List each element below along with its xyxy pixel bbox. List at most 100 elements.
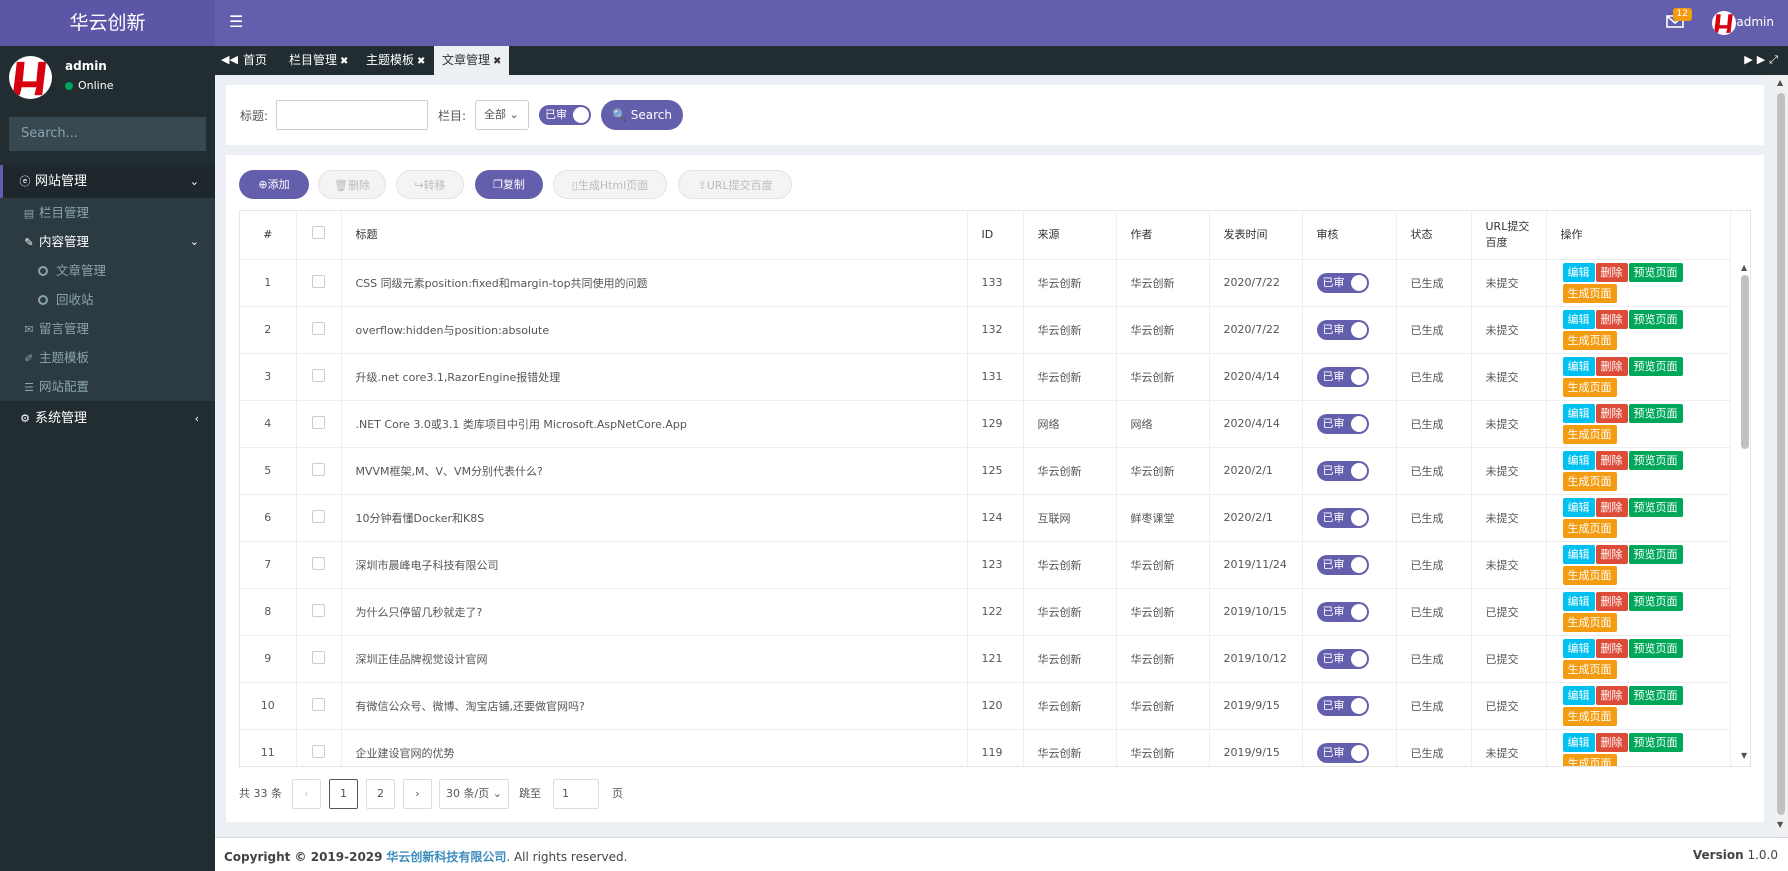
- row-checkbox[interactable]: [312, 274, 325, 288]
- generate-page-button[interactable]: 生成页面: [1562, 424, 1617, 444]
- generate-page-button[interactable]: 生成页面: [1562, 377, 1617, 397]
- next-page-button[interactable]: ›: [403, 779, 432, 809]
- generate-page-button[interactable]: 生成页面: [1562, 659, 1617, 679]
- row-checkbox[interactable]: [312, 556, 325, 570]
- tab-scroll-right-icon[interactable]: ▶▶⤢: [1744, 53, 1782, 67]
- copy-button[interactable]: ❐复制: [475, 170, 543, 199]
- table-row[interactable]: 8 为什么只停留几秒就走了? 122 华云创新 华云创新 2019/10/15 已审 已生成已…: [240, 588, 1731, 636]
- edit-button[interactable]: 编辑: [1562, 685, 1595, 705]
- select-all-checkbox[interactable]: [312, 225, 325, 239]
- edit-button[interactable]: 编辑: [1562, 638, 1595, 658]
- preview-button[interactable]: 预览页面: [1628, 450, 1683, 470]
- page-scrollbar-thumb[interactable]: [1777, 93, 1785, 815]
- table-row[interactable]: 9 深圳正佳品牌视觉设计官网 121 华云创新 华云创新 2019/10/12 已审 已生成已…: [240, 635, 1731, 683]
- page-1-button[interactable]: 1: [329, 779, 358, 809]
- audit-switch[interactable]: 已审: [1316, 554, 1369, 575]
- audit-switch[interactable]: 已审: [1316, 648, 1369, 669]
- table-scrollbar[interactable]: ▲ ▼: [1741, 263, 1749, 761]
- url-submit-button[interactable]: ⇪URL提交百度: [678, 170, 792, 199]
- company-link[interactable]: 华云创新科技有限公司: [386, 850, 506, 864]
- generate-page-button[interactable]: 生成页面: [1562, 565, 1617, 585]
- delete-row-button[interactable]: 删除: [1595, 450, 1628, 470]
- row-checkbox[interactable]: [312, 368, 325, 382]
- sidebar-item-message[interactable]: ✉ 留言管理: [0, 314, 215, 343]
- generate-page-button[interactable]: 生成页面: [1562, 330, 1617, 350]
- table-row[interactable]: 2 overflow:hidden与position:absolute 132 华云创…: [240, 306, 1731, 354]
- generate-page-button[interactable]: 生成页面: [1562, 283, 1617, 303]
- row-checkbox[interactable]: [312, 509, 325, 523]
- delete-button[interactable]: 🗑删除: [318, 170, 386, 199]
- column-select[interactable]: 全部 ⌄: [475, 100, 529, 130]
- delete-row-button[interactable]: 删除: [1595, 544, 1628, 564]
- scroll-up-icon[interactable]: ▲: [1777, 78, 1783, 87]
- preview-button[interactable]: 预览页面: [1628, 591, 1683, 611]
- generate-page-button[interactable]: 生成页面: [1562, 518, 1617, 538]
- edit-button[interactable]: 编辑: [1562, 591, 1595, 611]
- page-size-select[interactable]: 30 条/页 ⌄: [439, 779, 509, 809]
- audit-switch[interactable]: 已审: [1316, 366, 1369, 387]
- audit-switch[interactable]: 已审: [1316, 695, 1369, 716]
- top-user-name[interactable]: admin: [1736, 15, 1774, 29]
- brand-logo[interactable]: 华云创新: [0, 0, 215, 46]
- edit-button[interactable]: 编辑: [1562, 356, 1595, 376]
- user-avatar[interactable]: [1712, 11, 1736, 35]
- sidebar-toggle-icon[interactable]: ☰: [229, 13, 243, 31]
- table-row[interactable]: 7 深圳市晨峰电子科技有限公司 123 华云创新 华云创新 2019/11/24 已审 已生成…: [240, 541, 1731, 589]
- audit-switch[interactable]: 已审: [1316, 460, 1369, 481]
- page-2-button[interactable]: 2: [366, 779, 395, 809]
- row-checkbox[interactable]: [312, 415, 325, 429]
- delete-row-button[interactable]: 删除: [1595, 356, 1628, 376]
- delete-row-button[interactable]: 删除: [1595, 403, 1628, 423]
- sidebar-search-input[interactable]: Search...: [9, 117, 206, 151]
- row-checkbox[interactable]: [312, 744, 325, 758]
- preview-button[interactable]: 预览页面: [1628, 638, 1683, 658]
- delete-row-button[interactable]: 删除: [1595, 638, 1628, 658]
- tab-article[interactable]: 文章管理 ✖: [434, 46, 510, 75]
- tab-theme[interactable]: 主题模板 ✖: [366, 46, 425, 75]
- row-checkbox[interactable]: [312, 321, 325, 335]
- audit-switch[interactable]: 已审: [1316, 601, 1369, 622]
- edit-button[interactable]: 编辑: [1562, 544, 1595, 564]
- row-checkbox[interactable]: [312, 650, 325, 664]
- preview-button[interactable]: 预览页面: [1628, 356, 1683, 376]
- sidebar-item-article[interactable]: 文章管理: [0, 256, 215, 285]
- scroll-up-icon[interactable]: ▲: [1741, 263, 1747, 272]
- table-row[interactable]: 4 .NET Core 3.0或3.1 类库项目中引用 Microsoft.Asp…: [240, 400, 1731, 448]
- add-button[interactable]: ⊕添加: [239, 170, 309, 199]
- table-row[interactable]: 11 企业建设官网的优势 119 华云创新 华云创新 2019/9/15 已审 已生成 未提交编…: [240, 729, 1731, 766]
- scroll-down-icon[interactable]: ▼: [1741, 751, 1747, 760]
- preview-button[interactable]: 预览页面: [1628, 544, 1683, 564]
- audit-switch[interactable]: 已审: [1316, 742, 1369, 763]
- close-icon[interactable]: ✖: [493, 56, 501, 67]
- sidebar-item-config[interactable]: ☰ 网站配置: [0, 372, 215, 401]
- title-input[interactable]: [276, 100, 428, 130]
- preview-button[interactable]: 预览页面: [1628, 309, 1683, 329]
- audit-switch[interactable]: 已审: [1316, 272, 1369, 293]
- sidebar-item-system[interactable]: ⚙ 系统管理 ‹: [0, 401, 215, 437]
- table-row[interactable]: 3 升级.net core3.1,RazorEngine报错处理 131 华云创新 华云…: [240, 353, 1731, 401]
- page-scrollbar[interactable]: ▲ ▼: [1774, 75, 1788, 835]
- table-row[interactable]: 5 MVVM框架,M、V、VM分别代表什么? 125 华云创新 华云创新 2020/2/1…: [240, 447, 1731, 495]
- generate-page-button[interactable]: 生成页面: [1562, 612, 1617, 632]
- delete-row-button[interactable]: 删除: [1595, 497, 1628, 517]
- close-icon[interactable]: ✖: [417, 56, 425, 67]
- sidebar-item-content[interactable]: ✎ 内容管理 ⌄: [0, 227, 215, 256]
- edit-button[interactable]: 编辑: [1562, 450, 1595, 470]
- sidebar-item-theme[interactable]: ✐ 主题模板: [0, 343, 215, 372]
- table-row[interactable]: 6 10分钟看懂Docker和K8S 124 互联网 鲜枣课堂 2020/2/1 已审 已生成…: [240, 494, 1731, 542]
- delete-row-button[interactable]: 删除: [1595, 685, 1628, 705]
- edit-button[interactable]: 编辑: [1562, 309, 1595, 329]
- delete-row-button[interactable]: 删除: [1595, 732, 1628, 752]
- audit-switch[interactable]: 已审: [1316, 507, 1369, 528]
- preview-button[interactable]: 预览页面: [1628, 262, 1683, 282]
- delete-row-button[interactable]: 删除: [1595, 262, 1628, 282]
- table-row[interactable]: 1 CSS 同级元素position:fixed和margin-top共同使用的问…: [240, 259, 1731, 307]
- close-icon[interactable]: ✖: [340, 56, 348, 67]
- preview-button[interactable]: 预览页面: [1628, 403, 1683, 423]
- row-checkbox[interactable]: [312, 462, 325, 476]
- preview-button[interactable]: 预览页面: [1628, 685, 1683, 705]
- edit-button[interactable]: 编辑: [1562, 732, 1595, 752]
- search-button[interactable]: 🔍 Search: [601, 100, 683, 130]
- prev-page-button[interactable]: ‹: [292, 779, 321, 809]
- table-row[interactable]: 10 有微信公众号、微博、淘宝店铺,还要做官网吗? 120 华云创新 华云创新 2019/…: [240, 682, 1731, 730]
